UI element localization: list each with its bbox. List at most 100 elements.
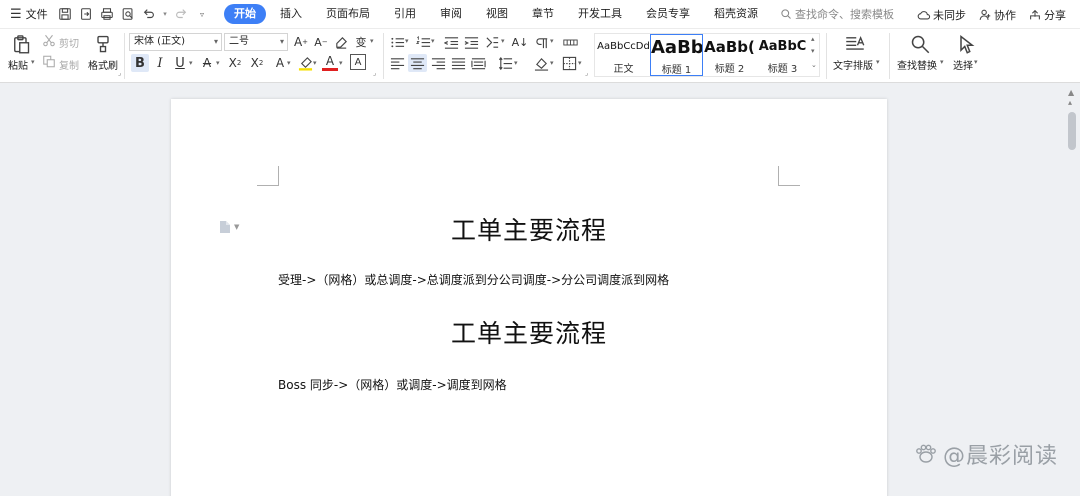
style-heading-2[interactable]: AaBb( 标题 2 — [703, 34, 756, 76]
shading-dropdown-icon[interactable]: ▾ — [550, 59, 554, 67]
highlight-dropdown-icon[interactable]: ▾ — [313, 59, 317, 67]
undo-icon[interactable] — [140, 5, 158, 23]
clipboard-expand-icon[interactable]: ⌟ — [118, 69, 121, 77]
find-replace-label[interactable]: 查找替换 — [897, 57, 937, 72]
bold-button[interactable]: B — [131, 54, 149, 72]
chinese-layout-icon[interactable] — [484, 34, 500, 50]
share-button[interactable]: 分享 — [1028, 7, 1066, 23]
heading-2[interactable]: 工单主要流程 — [171, 314, 887, 350]
select-label[interactable]: 选择 — [953, 57, 973, 72]
heading-1[interactable]: 工单主要流程 — [171, 211, 887, 247]
text-layout-icon[interactable] — [844, 33, 866, 55]
tab-resources[interactable]: 稻壳资源 — [702, 4, 770, 24]
customize-toolbar-icon[interactable]: ▿ — [193, 5, 211, 23]
underline-button[interactable]: U — [172, 54, 188, 72]
style-normal[interactable]: AaBbCcDd 正文 — [597, 34, 650, 76]
underline-dropdown-icon[interactable]: ▾ — [189, 59, 193, 67]
tab-references[interactable]: 引用 — [382, 4, 428, 24]
paste-icon[interactable] — [10, 33, 32, 55]
line-spacing-dropdown-icon[interactable]: ▾ — [514, 59, 518, 67]
find-replace-dropdown-icon[interactable]: ▾ — [940, 58, 944, 66]
highlight-icon[interactable] — [297, 54, 313, 72]
tab-insert[interactable]: 插入 — [268, 4, 314, 24]
paste-dropdown-icon[interactable]: ▾ — [31, 58, 35, 66]
text-effect-icon[interactable]: A — [272, 54, 288, 72]
tab-review[interactable]: 审阅 — [428, 4, 474, 24]
sync-button[interactable]: 未同步 — [917, 7, 966, 23]
shrink-font-icon[interactable]: A − — [313, 34, 329, 50]
sort-icon[interactable]: A↓ — [512, 34, 529, 50]
borders-dropdown-icon[interactable]: ▾ — [578, 59, 582, 67]
select-cursor-icon[interactable] — [955, 33, 977, 55]
borders-icon[interactable] — [561, 55, 577, 71]
font-color-dropdown-icon[interactable]: ▾ — [339, 59, 343, 67]
font-expand-icon[interactable]: ⌟ — [373, 69, 376, 77]
clear-format-icon[interactable] — [333, 34, 349, 50]
print-icon[interactable] — [98, 5, 116, 23]
align-right-icon[interactable] — [430, 55, 446, 71]
table-grid-icon[interactable] — [561, 34, 579, 50]
scroll-page-up-icon[interactable]: ▴ — [1068, 98, 1072, 107]
italic-button[interactable]: I — [152, 54, 168, 72]
copy-icon[interactable] — [42, 54, 56, 68]
phonetic-dropdown-icon[interactable]: ▾ — [370, 37, 374, 45]
justify-icon[interactable] — [450, 55, 466, 71]
show-marks-icon[interactable] — [534, 34, 550, 50]
grow-font-icon[interactable]: A + — [293, 34, 309, 50]
tab-view[interactable]: 视图 — [474, 4, 520, 24]
select-dropdown-icon[interactable]: ▾ — [974, 58, 978, 66]
tab-page-layout[interactable]: 页面布局 — [314, 4, 382, 24]
copy-label[interactable]: 复制 — [59, 57, 79, 72]
scrollbar-thumb[interactable] — [1068, 112, 1076, 150]
phonetic-guide-icon[interactable]: 变 — [353, 34, 369, 50]
collaborate-button[interactable]: 协作 — [978, 7, 1016, 23]
export-icon[interactable] — [77, 5, 95, 23]
chinese-layout-dropdown-icon[interactable]: ▾ — [501, 37, 505, 45]
line-spacing-icon[interactable] — [497, 55, 513, 71]
scroll-up-icon[interactable]: ▲ — [1068, 88, 1074, 97]
paragraph-expand-icon[interactable]: ⌟ — [585, 69, 588, 77]
superscript-button[interactable]: X2 — [226, 54, 244, 72]
bullet-list-icon[interactable] — [389, 34, 405, 50]
shading-icon[interactable] — [533, 55, 549, 71]
paragraph-1[interactable]: 受理->（网格）或总调度->总调度派到分公司调度->分公司调度派到网格 — [278, 271, 669, 288]
bullet-list-dropdown-icon[interactable]: ▾ — [405, 37, 409, 45]
document-page[interactable]: ▼ 工单主要流程 受理->（网格）或总调度->总调度派到分公司调度->分公司调度… — [171, 99, 887, 496]
styles-more-icon[interactable]: ⌄ — [811, 61, 817, 69]
strikethrough-button[interactable]: A — [199, 54, 215, 72]
text-effect-dropdown-icon[interactable]: ▾ — [287, 59, 291, 67]
paste-button-label[interactable]: 粘贴 — [8, 57, 28, 72]
strikethrough-dropdown-icon[interactable]: ▾ — [216, 59, 220, 67]
font-size-select[interactable]: 二号 ▾ — [224, 33, 288, 51]
font-family-select[interactable]: 宋体 (正文) ▾ — [129, 33, 222, 51]
file-menu[interactable]: ☰ 文件 — [0, 6, 56, 22]
show-marks-dropdown-icon[interactable]: ▾ — [550, 37, 554, 45]
style-heading-1[interactable]: AaBb 标题 1 — [650, 34, 703, 76]
styles-scroll-down-icon[interactable]: ▾ — [811, 47, 815, 55]
cut-label[interactable]: 剪切 — [59, 35, 79, 50]
character-border-icon[interactable]: A — [350, 54, 366, 70]
command-search[interactable]: 查找命令、搜索模板 — [780, 6, 894, 22]
tab-member[interactable]: 会员专享 — [634, 4, 702, 24]
subscript-button[interactable]: X2 — [248, 54, 266, 72]
align-center-icon[interactable] — [408, 54, 427, 72]
text-layout-dropdown-icon[interactable]: ▾ — [876, 58, 880, 66]
distribute-icon[interactable] — [470, 55, 486, 71]
redo-icon[interactable] — [172, 5, 190, 23]
undo-dropdown-icon[interactable]: ▾ — [161, 5, 169, 23]
increase-indent-icon[interactable] — [463, 34, 479, 50]
font-color-icon[interactable]: A — [322, 53, 338, 71]
styles-scroll-up-icon[interactable]: ▴ — [811, 35, 815, 43]
find-replace-icon[interactable] — [909, 33, 931, 55]
numbered-list-icon[interactable] — [415, 34, 431, 50]
style-heading-3[interactable]: AaBbC 标题 3 — [756, 34, 809, 76]
vertical-scrollbar[interactable]: ▲ ▴ — [1064, 84, 1080, 496]
format-painter-icon[interactable] — [92, 33, 114, 55]
tab-chapter[interactable]: 章节 — [520, 4, 566, 24]
align-left-icon[interactable] — [389, 55, 405, 71]
format-painter-label[interactable]: 格式刷 — [88, 57, 118, 72]
numbered-list-dropdown-icon[interactable]: ▾ — [431, 37, 435, 45]
tab-home[interactable]: 开始 — [224, 4, 266, 24]
tab-developer[interactable]: 开发工具 — [566, 4, 634, 24]
print-preview-icon[interactable] — [119, 5, 137, 23]
